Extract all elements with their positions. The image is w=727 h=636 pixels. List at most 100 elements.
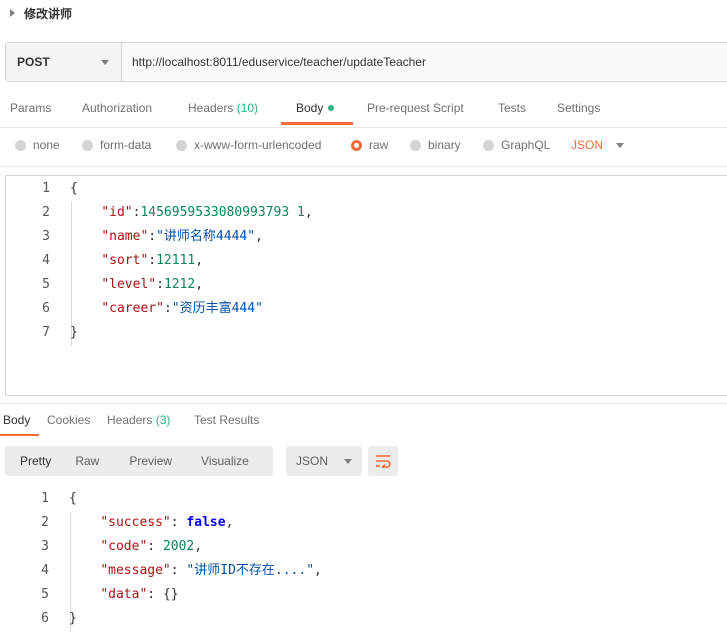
body-language-select[interactable]: JSON [571, 138, 625, 152]
divider [0, 166, 727, 167]
json-key: "name" [101, 229, 149, 244]
json-value: "讲师名称4444" [156, 229, 256, 244]
json-key: "data" [100, 587, 148, 602]
json-key: "level" [101, 277, 157, 292]
method-select[interactable]: POST [6, 43, 122, 81]
line-number: 5 [41, 587, 49, 602]
active-tab-indicator [281, 122, 353, 125]
text-wrap-icon [376, 455, 391, 468]
line-number: 6 [42, 301, 50, 316]
radio-icon [82, 139, 93, 151]
headers-count: (10) [236, 101, 259, 115]
json-value: 1456959533080993793 1 [140, 205, 305, 220]
tab-label: Tests [498, 101, 527, 115]
json-key: "career" [101, 301, 164, 316]
json-value: 1212 [163, 277, 196, 292]
format-label: JSON [296, 454, 329, 468]
json-key: "code" [100, 539, 148, 554]
wrap-lines-button[interactable] [368, 446, 398, 476]
json-key: "success" [100, 515, 171, 530]
request-tabs: Params Authorization Headers (10) Body P… [0, 98, 727, 126]
method-label: POST [17, 55, 50, 69]
radio-binary[interactable]: binary [410, 138, 461, 152]
view-raw-button[interactable]: Raw [75, 454, 99, 468]
radio-label: GraphQL [501, 138, 551, 152]
radio-selected-icon [351, 139, 362, 151]
radio-label: binary [428, 138, 461, 152]
line-number: 3 [42, 229, 50, 244]
json-value: false [186, 515, 226, 530]
tab-label: Body [296, 101, 324, 115]
json-key: "id" [101, 205, 133, 220]
line-number: 1 [42, 181, 50, 196]
caret-down-icon [616, 142, 625, 148]
language-label: JSON [571, 138, 604, 152]
radio-label: raw [369, 138, 389, 152]
radio-icon [410, 139, 421, 151]
tab-label: Cookies [47, 413, 91, 427]
tab-label: Headers [107, 413, 153, 427]
radio-label: none [33, 138, 60, 152]
divider [0, 127, 727, 128]
radio-form-data[interactable]: form-data [82, 138, 151, 152]
line-number: 4 [42, 253, 50, 268]
tab-settings[interactable]: Settings [557, 101, 600, 115]
tab-response-headers[interactable]: Headers (3) [107, 413, 170, 427]
line-number: 4 [41, 563, 49, 578]
body-type-radios: none form-data x-www-form-urlencoded raw… [0, 136, 727, 156]
caret-down-icon [101, 59, 109, 65]
radio-icon [15, 139, 26, 151]
request-title: 修改讲师 [24, 6, 73, 21]
json-key: "sort" [101, 253, 149, 268]
view-pretty-button[interactable]: Pretty [20, 454, 51, 468]
tab-label: Authorization [82, 101, 153, 115]
radio-none[interactable]: none [15, 138, 60, 152]
line-number: 7 [42, 325, 50, 340]
tab-params[interactable]: Params [10, 101, 51, 115]
line-number: 2 [41, 515, 49, 530]
radio-label: x-www-form-urlencoded [194, 138, 322, 152]
tab-body[interactable]: Body [296, 101, 335, 115]
headers-count: (3) [155, 413, 171, 427]
request-header[interactable]: 修改讲师 [0, 0, 727, 26]
tab-label: Settings [557, 101, 601, 115]
line-number: 2 [42, 205, 50, 220]
json-value: "讲师ID不存在...." [186, 563, 315, 578]
tab-response-body[interactable]: Body [3, 413, 30, 427]
response-format-select[interactable]: JSON [286, 446, 362, 476]
radio-graphql[interactable]: GraphQL [483, 138, 550, 152]
json-value: 2002 [162, 539, 195, 554]
line-number: 6 [41, 611, 49, 626]
tab-label: Params [10, 101, 52, 115]
line-number: 1 [41, 491, 49, 506]
tab-cookies[interactable]: Cookies [47, 413, 90, 427]
json-value: {} [162, 587, 179, 602]
tab-label: Pre-request Script [367, 101, 464, 115]
response-toolbar: Pretty Raw Preview Visualize JSON [5, 446, 398, 476]
radio-icon [483, 139, 494, 151]
tab-headers[interactable]: Headers (10) [188, 101, 258, 115]
line-number: 5 [42, 277, 50, 292]
url-input[interactable]: http://localhost:8011/eduservice/teacher… [122, 43, 426, 81]
modified-dot-icon [328, 105, 335, 111]
view-preview-button[interactable]: Preview [129, 454, 172, 468]
tab-tests[interactable]: Tests [498, 101, 526, 115]
radio-x-www-form-urlencoded[interactable]: x-www-form-urlencoded [176, 138, 321, 152]
tab-label: Body [3, 413, 31, 427]
divider [0, 403, 727, 404]
request-body-editor[interactable]: 1{ 2 "id":1456959533080993793 1, 3 "name… [5, 175, 727, 396]
tab-pre-request-script[interactable]: Pre-request Script [367, 101, 464, 115]
radio-raw[interactable]: raw [351, 138, 388, 152]
radio-label: form-data [100, 138, 152, 152]
response-tabs: Body Cookies Headers (3) Test Results [0, 410, 727, 436]
radio-icon [176, 139, 187, 151]
tab-label: Headers [188, 101, 234, 115]
tab-authorization[interactable]: Authorization [82, 101, 152, 115]
json-value: "资历丰富444" [171, 301, 263, 316]
tab-label: Test Results [194, 413, 260, 427]
caret-down-icon [344, 458, 352, 464]
response-body-viewer[interactable]: 1{ 2 "success": false, 3 "code": 2002, 4… [5, 486, 727, 636]
view-visualize-button[interactable]: Visualize [201, 454, 249, 468]
tab-test-results[interactable]: Test Results [194, 413, 259, 427]
caret-right-icon[interactable] [10, 9, 15, 17]
